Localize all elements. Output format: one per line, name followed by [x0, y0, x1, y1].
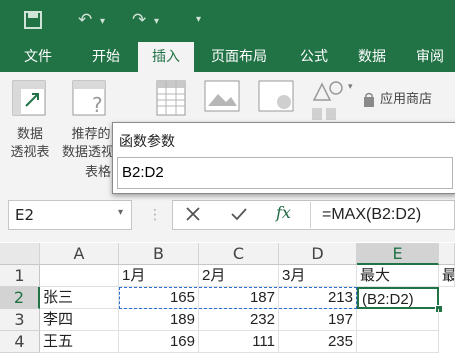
cell-f1[interactable]: 最 [439, 265, 455, 287]
tab-page-layout[interactable]: 页面布局 [198, 42, 280, 72]
cell-c3[interactable]: 232 [199, 309, 279, 331]
cell-c2[interactable]: 187 [199, 287, 279, 309]
cell-c1[interactable]: 2月 [199, 265, 279, 287]
column-header-a[interactable]: A [40, 243, 119, 265]
title-bar: ↶ ▾ ↷ ▾ ▾ [0, 0, 455, 42]
recommended-pivot-button[interactable]: ? 推荐的 数据透视 [58, 80, 118, 170]
tab-formulas[interactable]: 公式 [286, 42, 342, 72]
ribbon-tabs: 文件 开始 插入 页面布局 公式 数据 审阅 [0, 42, 455, 72]
redo-icon[interactable]: ↷ [132, 10, 146, 30]
cell-d1[interactable]: 3月 [279, 265, 357, 287]
function-arguments-dialog: 函数参数 B2:D2 [112, 122, 455, 194]
svg-text:?: ? [92, 93, 103, 116]
cell-a2[interactable]: 张三 [40, 287, 119, 309]
enter-icon[interactable] [230, 206, 248, 222]
shapes-dropdown-icon[interactable]: ▾ [348, 82, 353, 92]
row-header-1[interactable]: 1 [0, 265, 40, 287]
cell-e4[interactable] [357, 331, 439, 353]
undo-dropdown-icon[interactable]: ▾ [100, 16, 105, 27]
cell-e3[interactable] [357, 309, 439, 331]
cell-d2[interactable]: 213 [279, 287, 357, 309]
cell-b1[interactable]: 1月 [119, 265, 199, 287]
tab-data[interactable]: 数据 [344, 42, 400, 72]
name-box-dropdown-icon[interactable]: ▾ [118, 207, 123, 218]
column-header-c[interactable]: C [199, 243, 279, 265]
table-icon[interactable] [156, 80, 186, 116]
cell-a4[interactable]: 王五 [40, 331, 119, 353]
dialog-title: 函数参数 [119, 134, 175, 150]
cell-d3[interactable]: 197 [279, 309, 357, 331]
cancel-icon[interactable] [185, 206, 201, 222]
redo-dropdown-icon[interactable]: ▾ [154, 16, 159, 27]
tab-home[interactable]: 开始 [78, 42, 134, 72]
splitter-icon[interactable]: ⋮ [148, 204, 162, 226]
smartart-icon[interactable] [310, 104, 340, 124]
pivot-label-1: 数据 [16, 127, 43, 142]
row-header-3[interactable]: 3 [0, 309, 40, 331]
pivot-label-2: 透视表 [10, 145, 50, 160]
name-box[interactable]: E2 [8, 200, 132, 230]
cell-c4[interactable]: 111 [199, 331, 279, 353]
cell-d4[interactable]: 235 [279, 331, 357, 353]
save-icon[interactable] [24, 11, 42, 29]
recommended-label-1: 推荐的 [71, 127, 111, 142]
cell-b3[interactable]: 189 [119, 309, 199, 331]
online-picture-icon[interactable] [258, 80, 294, 112]
column-header-b[interactable]: B [119, 243, 199, 265]
column-header-d[interactable]: D [279, 243, 357, 265]
insert-function-icon[interactable]: fx [276, 203, 291, 222]
row-header-4[interactable]: 4 [0, 331, 40, 353]
tab-insert[interactable]: 插入 [138, 42, 194, 72]
cell-b2[interactable]: 165 [119, 287, 199, 309]
undo-icon[interactable]: ↶ [78, 10, 92, 30]
formula-divider [310, 202, 311, 228]
formula-text[interactable]: =MAX(B2:D2) [322, 200, 421, 230]
column-header-e[interactable]: E [357, 243, 439, 265]
row-header-2[interactable]: 2 [0, 287, 40, 309]
worksheet-grid: A B C D E 1 1月 2月 3月 最大 最 2 张三 165 187 2… [0, 243, 455, 358]
cell-e2-active[interactable]: (B2:D2) [357, 287, 439, 309]
cell-b4[interactable]: 169 [119, 331, 199, 353]
cell-a1[interactable] [40, 265, 119, 287]
cell-a3[interactable]: 李四 [40, 309, 119, 331]
shapes-icon[interactable] [310, 78, 346, 104]
picture-icon[interactable] [204, 80, 240, 112]
tab-file[interactable]: 文件 [10, 42, 66, 72]
customize-icon[interactable]: ▾ [196, 14, 201, 25]
tab-review[interactable]: 审阅 [402, 42, 455, 72]
column-header-f[interactable] [439, 243, 455, 265]
store-button[interactable]: 应用商店 [380, 91, 450, 109]
recommended-pivot-icon: ? [72, 80, 106, 116]
pivot-table-button[interactable]: 数据 透视表 [8, 80, 56, 170]
cell-e1[interactable]: 最大 [357, 265, 439, 287]
pivot-table-icon [12, 80, 46, 116]
recommended-label-2: 数据透视 [61, 145, 114, 160]
dialog-range-input[interactable]: B2:D2 [117, 157, 453, 189]
store-icon [364, 92, 374, 107]
select-all-corner[interactable] [0, 243, 40, 265]
